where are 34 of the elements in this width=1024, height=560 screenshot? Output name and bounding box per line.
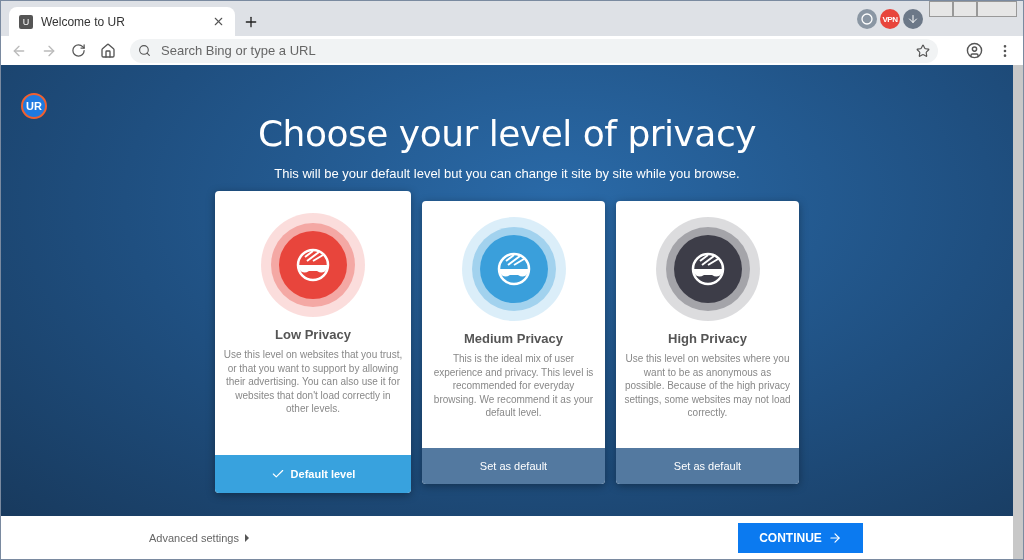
reload-icon[interactable]: [71, 43, 86, 58]
privacy-card[interactable]: [215, 191, 411, 493]
logo: UR: [21, 93, 47, 119]
default-button[interactable]: Default level: [215, 455, 411, 493]
level-description: Use this level on websites where you want to be as anonymous as possible. Because of the high privacy settings, some websites may not load correctly.: [623, 352, 792, 420]
level-name: Medium Privacy: [464, 331, 563, 346]
advanced-settings-link[interactable]: Advanced settings: [149, 531, 249, 544]
scrollbar[interactable]: [1013, 65, 1023, 559]
privacy-card[interactable]: High Privacy Use this level on websites where you want to be as anonymous as possible. Because of the high privacy settings, some websites may not load correctly. Set as default: [616, 201, 799, 484]
page-title: Choose your level of privacy: [257, 113, 757, 154]
vpn-extension-icon[interactable]: VPN: [880, 9, 900, 29]
arrow-right-icon: [827, 530, 842, 545]
level-name: High Privacy: [668, 331, 747, 346]
default-button[interactable]: Set as default: [422, 448, 605, 484]
mask-extension-icon[interactable]: [857, 9, 877, 29]
default-button[interactable]: Set as default: [616, 448, 799, 484]
search-icon: [138, 44, 151, 57]
continue-button[interactable]: CONTINUE: [738, 522, 863, 553]
privacy-card[interactable]: Medium Privacy This is the ideal mix of user experience and privacy. This level is recommended for everyday browsing. We recommend it as your default level. Set as default: [422, 201, 605, 484]
page-subtitle: This will be your default level but you can change it site by site while you browse.: [274, 166, 740, 181]
star-icon[interactable]: [916, 43, 930, 58]
close-icon[interactable]: [212, 15, 225, 28]
download-icon[interactable]: [903, 9, 923, 29]
browser-tab[interactable]: U Welcome to UR: [9, 7, 235, 36]
level-description: Use this level on websites that you trust, or that you want to support by allowing their advertising. You can also use it for websites that don't load correctly in other levels.: [222, 348, 404, 416]
address-bar[interactable]: Search Bing or type a URL: [130, 38, 938, 63]
tab-title: Welcome to UR: [41, 14, 126, 29]
new-tab-icon[interactable]: [243, 14, 259, 30]
profile-icon[interactable]: [966, 42, 983, 59]
favicon-icon: U: [19, 14, 33, 29]
level-description: This is the ideal mix of user experience and privacy. This level is recommended for everyday browsing. We recommend it as your default level.: [432, 352, 595, 420]
level-name: Low Privacy: [275, 327, 351, 342]
check-icon: [270, 467, 285, 481]
home-icon[interactable]: [100, 42, 116, 59]
